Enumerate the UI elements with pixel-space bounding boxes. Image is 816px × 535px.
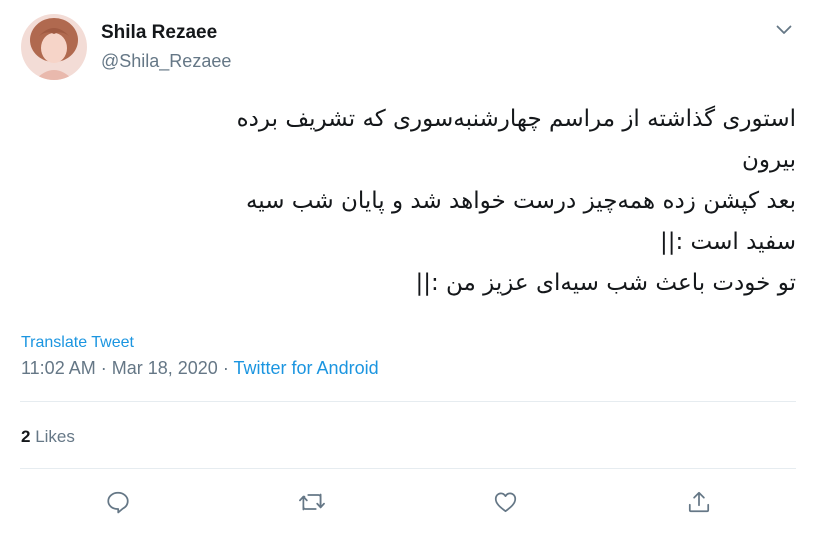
tweet-text-line: استوری گذاشته از مراسم چهارشنبه‌سوری که …: [236, 106, 796, 132]
tweet-date[interactable]: Mar 18, 2020: [112, 358, 218, 378]
avatar[interactable]: [21, 14, 87, 80]
tweet-text: استوری گذاشته از مراسم چهارشنبه‌سوری که …: [20, 99, 796, 304]
likes-label: Likes: [35, 427, 75, 446]
retweet-icon[interactable]: [296, 486, 328, 518]
tweet-text-line: بیرون: [741, 147, 796, 173]
tweet-time[interactable]: 11:02 AM: [21, 358, 96, 378]
divider: [20, 468, 796, 469]
tweet-text-line: سفید است :||: [659, 229, 796, 255]
meta-separator: ·: [100, 358, 107, 378]
author-name[interactable]: Shila Rezaee: [101, 22, 217, 44]
tweet-text-line: بعد کپشن زده همه‌چیز درست خواهد شد و پای…: [245, 188, 796, 214]
reply-icon[interactable]: [102, 486, 134, 518]
chevron-down-icon[interactable]: [771, 17, 797, 43]
tweet-source-link[interactable]: Twitter for Android: [234, 358, 379, 378]
translate-tweet-link[interactable]: Translate Tweet: [21, 334, 134, 352]
author-handle[interactable]: @Shila_Rezaee: [101, 51, 231, 72]
share-icon[interactable]: [683, 486, 715, 518]
meta-separator: ·: [222, 358, 229, 378]
tweet-metadata: 11:02 AM · Mar 18, 2020 · Twitter for An…: [21, 358, 379, 379]
likes-count: 2: [21, 427, 31, 446]
like-icon[interactable]: [489, 486, 521, 518]
tweet-text-line: تو خودت باعث شب سیه‌ای عزیز من :||: [415, 270, 796, 296]
divider: [20, 401, 796, 402]
likes-stat[interactable]: 2 Likes: [21, 427, 75, 447]
